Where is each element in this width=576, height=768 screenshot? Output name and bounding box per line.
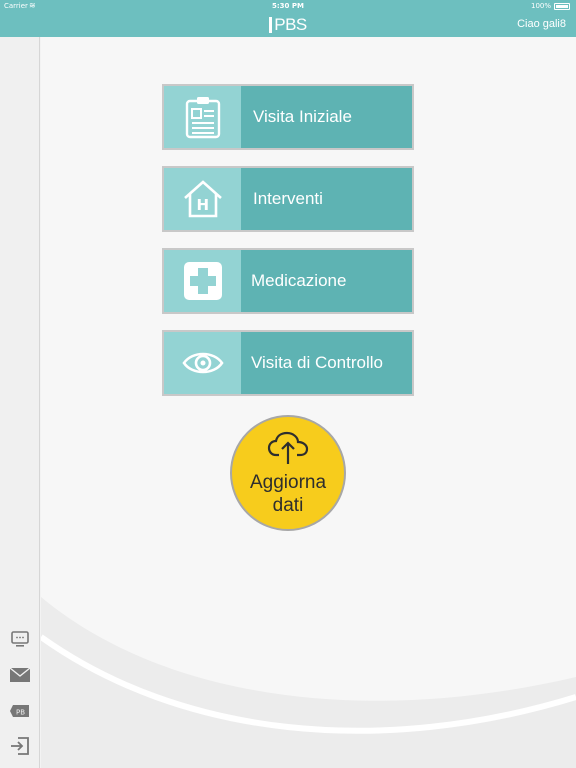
header-bar: PBS Ciao gali8 [0,12,576,37]
eye-icon [164,332,241,394]
menu-label: Interventi [253,189,323,208]
menu-label: Medicazione [251,271,347,290]
aggiorna-dati-button[interactable]: Aggiorna dati [230,415,346,531]
status-bar: Carrier ≋ 5:30 PM 100% [0,0,576,12]
visita-di-controllo-button[interactable]: Visita di Controllo [162,330,414,396]
battery-icon [554,3,570,10]
app-logo: PBS [264,14,312,36]
update-label-line2: dati [272,495,304,516]
battery-percent: 100% [530,2,551,10]
status-time: 5:30 PM [272,2,304,10]
interventi-button[interactable]: H Interventi [162,166,414,232]
visita-iniziale-button[interactable]: Visita Iniziale [162,84,414,150]
mail-icon[interactable] [8,663,32,687]
medical-cross-icon [164,250,241,312]
hospital-house-icon: H [164,168,241,230]
tag-icon[interactable]: PB [8,699,32,723]
logout-icon[interactable] [8,734,32,758]
menu-label: Visita di Controllo [251,353,383,372]
user-greeting[interactable]: Ciao gali8 [517,18,566,30]
svg-text:PB: PB [16,709,25,717]
cloud-upload-icon [267,431,309,469]
menu-label: Visita Iniziale [253,107,352,126]
svg-text:H: H [196,196,209,214]
chat-monitor-icon[interactable] [8,627,32,651]
update-label-line1: Aggiorna [249,472,327,493]
medicazione-button[interactable]: Medicazione [162,248,414,314]
sidebar: PB [0,37,40,768]
clipboard-icon [164,86,241,148]
